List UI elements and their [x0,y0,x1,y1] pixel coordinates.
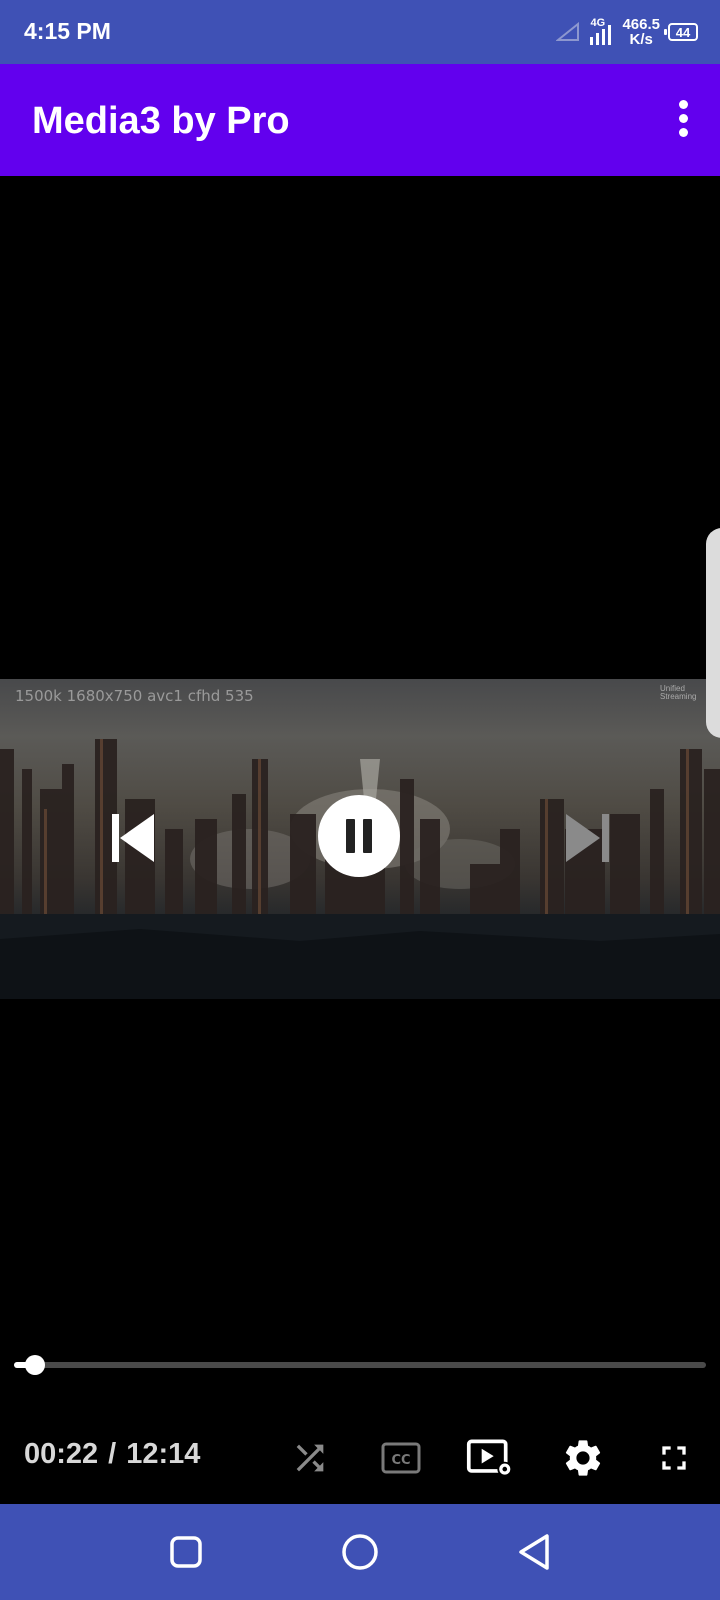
settings-icon [565,1440,601,1476]
app-title: Media3 by Pro [32,100,290,142]
speed-value: 466.5 [622,16,660,33]
video-player[interactable]: 1500k 1680x750 avc1 cfhd 535 Unified Str… [0,176,720,1504]
time-display: 00:22 / 12:14 [24,1438,200,1471]
signal-empty-icon [556,22,580,41]
fullscreen-button[interactable] [650,1434,698,1482]
edge-panel-handle[interactable] [706,528,720,738]
speed-unit: K/s [629,31,653,48]
time-separator: / [108,1438,117,1470]
seek-bar-thumb[interactable] [24,1355,45,1375]
navigation-bar [0,1504,720,1600]
seek-bar[interactable] [14,1355,706,1375]
skip-next-icon [566,814,609,862]
skip-previous-icon [112,814,154,862]
subtitles-button[interactable]: CC [377,1434,425,1482]
fullscreen-icon [662,1446,686,1470]
recents-button[interactable] [166,1532,206,1572]
shuffle-button[interactable] [286,1434,334,1482]
closed-captions-icon: CC [381,1442,421,1474]
watermark-text: Unified Streaming [660,684,697,701]
shuffle-icon [296,1444,324,1472]
playback-speed-icon [466,1439,513,1477]
more-vert-icon[interactable] [676,100,690,140]
app-bar: Media3 by Pro [0,64,720,176]
skip-next-button[interactable] [556,806,620,870]
skip-previous-button[interactable] [100,806,164,870]
network-speed: 466.5 K/s [622,17,660,47]
pause-icon [346,819,372,853]
home-icon [342,1534,378,1570]
status-icons: 4G 466.5 K/s 44 [556,14,698,50]
home-button[interactable] [340,1532,380,1572]
battery-level: 44 [675,24,691,40]
status-time: 4:15 PM [24,18,111,44]
current-position: 00:22 [24,1438,99,1470]
back-icon [519,1534,549,1570]
duration: 12:14 [126,1438,201,1470]
pause-button[interactable] [318,795,400,877]
recents-icon [170,1536,202,1568]
svg-text:CC: CC [391,1453,410,1468]
battery-icon: 44 [664,23,698,41]
settings-button[interactable] [559,1434,607,1482]
debug-overlay: 1500k 1680x750 avc1 cfhd 535 [15,687,254,705]
mobile-signal-icon: 4G [588,17,614,47]
playback-speed-button[interactable] [466,1434,514,1482]
status-bar: 4:15 PM 4G 466.5 K/s 44 [0,0,720,64]
back-button[interactable] [514,1532,554,1572]
